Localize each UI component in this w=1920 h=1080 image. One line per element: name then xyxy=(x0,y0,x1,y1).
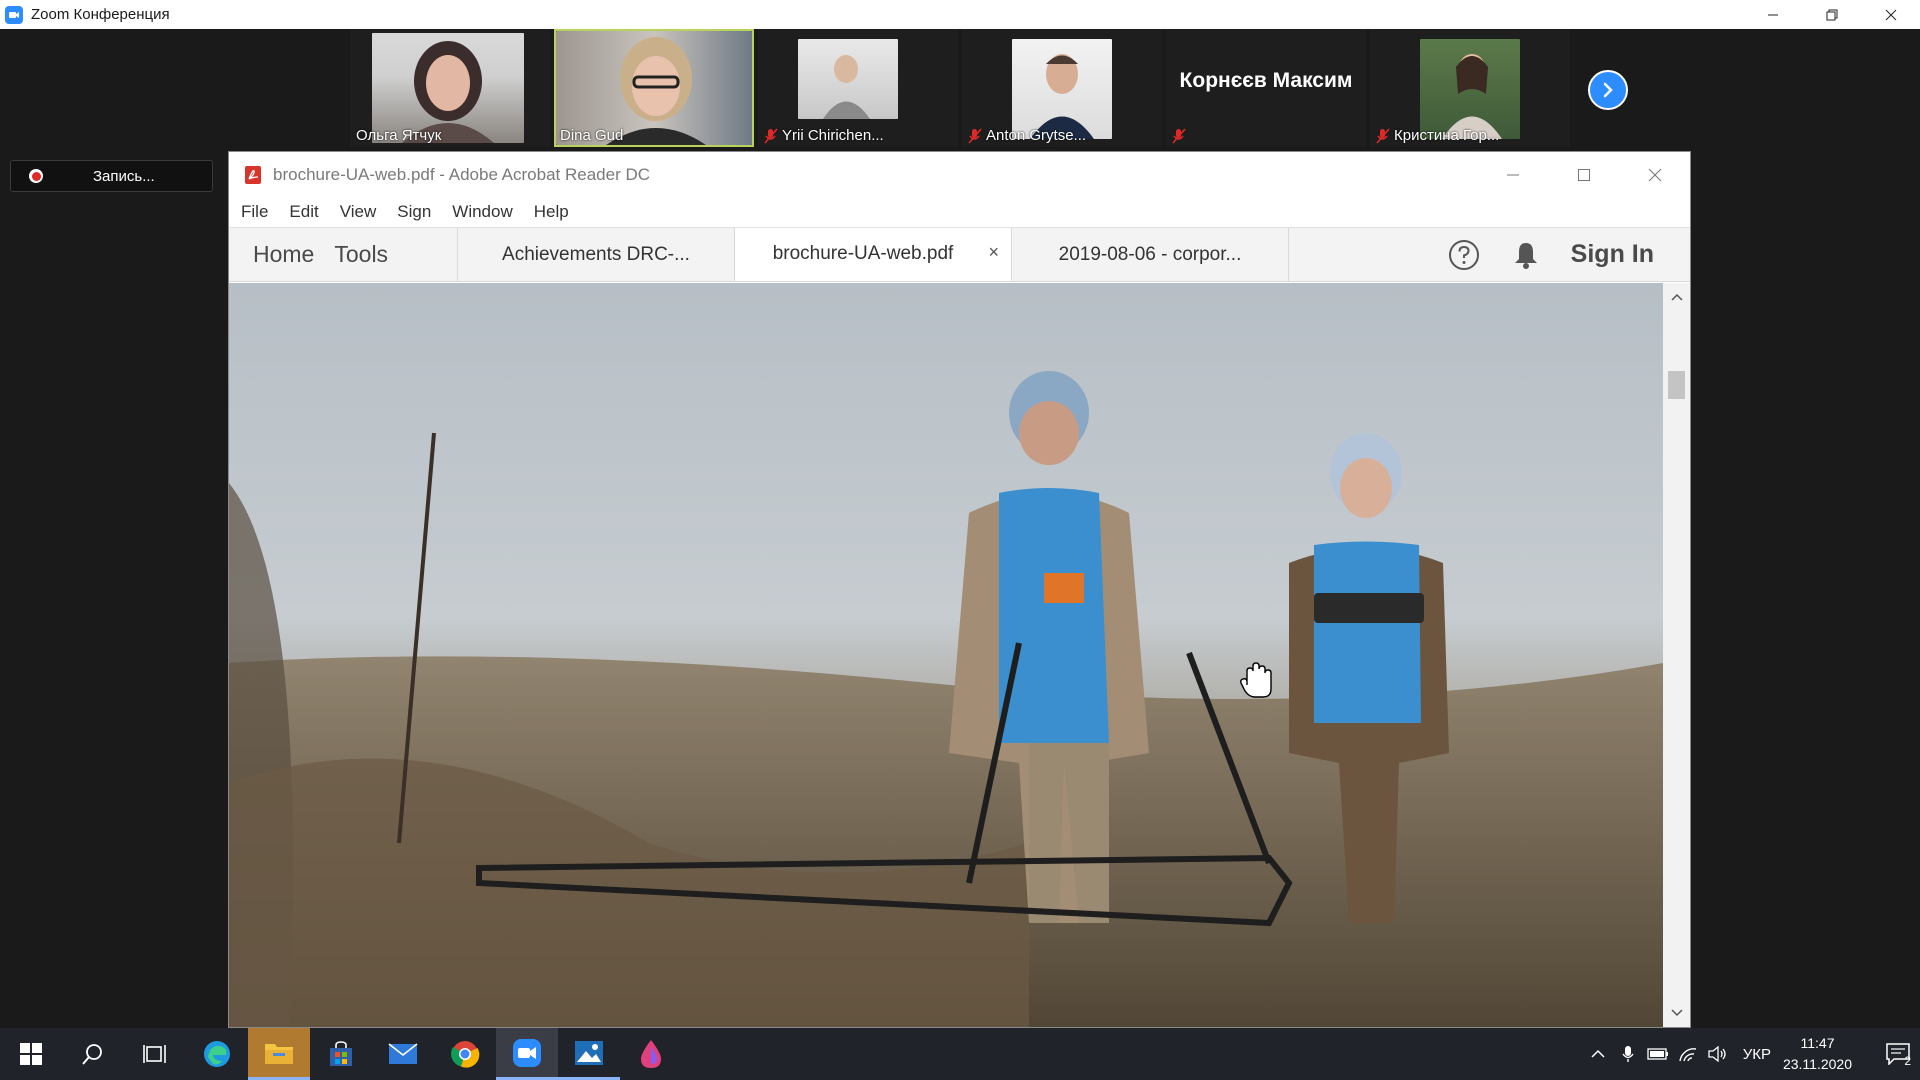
participant-video xyxy=(1012,39,1112,139)
zoom-titlebar: Zoom Конференция xyxy=(0,0,1920,29)
chrome-icon[interactable] xyxy=(434,1028,496,1080)
participant-tile-no-video[interactable]: Корнєєв Максим xyxy=(1166,29,1366,147)
scroll-up-icon[interactable] xyxy=(1663,287,1690,307)
acrobat-window: brochure-UA-web.pdf - Adobe Acrobat Read… xyxy=(228,151,1691,1028)
recording-label: Запись... xyxy=(93,167,155,185)
microphone-icon[interactable] xyxy=(1613,1028,1643,1080)
tab-corporate[interactable]: 2019-08-06 - corpor... xyxy=(1012,228,1289,281)
system-clock[interactable]: 11:47 23.11.2020 xyxy=(1783,1033,1852,1075)
menu-window[interactable]: Window xyxy=(452,202,512,222)
photos-icon[interactable] xyxy=(558,1028,620,1080)
scroll-down-icon[interactable] xyxy=(1663,1003,1690,1023)
document-view[interactable] xyxy=(229,283,1690,1027)
participant-name: Yrii Chirichen... xyxy=(782,127,884,144)
participant-display-name: Корнєєв Максим xyxy=(1179,69,1353,92)
acrobat-menubar: File Edit View Sign Window Help xyxy=(229,197,1690,227)
acrobat-window-controls xyxy=(1477,152,1690,197)
muted-mic-icon xyxy=(1376,127,1390,144)
zoom-close-button[interactable] xyxy=(1861,0,1920,29)
next-page-arrow-icon[interactable] xyxy=(1588,70,1628,110)
zoom-window-title: Zoom Конференция xyxy=(31,6,170,23)
participant-tile[interactable]: Кристина Гор... xyxy=(1370,29,1570,147)
sign-in-button[interactable]: Sign In xyxy=(1571,240,1654,269)
input-language[interactable]: УКР xyxy=(1743,1046,1771,1063)
participant-video xyxy=(798,39,898,119)
action-center-icon[interactable]: 2 xyxy=(1876,1028,1920,1080)
zoom-minimize-button[interactable] xyxy=(1743,0,1802,29)
task-view-icon[interactable] xyxy=(124,1028,186,1080)
tab-label: brochure-UA-web.pdf xyxy=(772,243,954,264)
muted-mic-icon xyxy=(968,127,982,144)
participant-name: Dina Gud xyxy=(560,127,624,144)
tab-label: 2019-08-06 - corpor... xyxy=(1058,243,1242,265)
windows-start-icon[interactable] xyxy=(0,1028,62,1080)
muted-mic-icon xyxy=(1172,128,1186,144)
acrobat-nav: Home Tools xyxy=(229,228,458,281)
acrobat-tabbar: Home Tools Achievements DRC-... brochure… xyxy=(229,227,1690,282)
acrobat-titlebar: brochure-UA-web.pdf - Adobe Acrobat Read… xyxy=(229,152,1690,197)
record-icon xyxy=(29,169,43,183)
nav-home[interactable]: Home xyxy=(253,241,314,268)
notification-bell-icon[interactable] xyxy=(1509,238,1543,272)
tab-label: Achievements DRC-... xyxy=(502,243,690,265)
file-explorer-icon[interactable] xyxy=(248,1028,310,1080)
notification-count: 2 xyxy=(1904,1054,1911,1068)
windows-taskbar: УКР 11:47 23.11.2020 2 xyxy=(0,1028,1920,1080)
tab-brochure[interactable]: brochure-UA-web.pdf × xyxy=(735,228,1012,281)
battery-icon[interactable] xyxy=(1643,1028,1673,1080)
menu-help[interactable]: Help xyxy=(534,202,569,222)
acrobat-close-button[interactable] xyxy=(1619,152,1690,197)
muted-mic-icon xyxy=(764,127,778,144)
acrobat-window-title: brochure-UA-web.pdf - Adobe Acrobat Read… xyxy=(273,164,651,184)
zoom-logo-icon xyxy=(5,5,23,24)
clock-time: 11:47 xyxy=(1800,1035,1835,1051)
clock-date: 23.11.2020 xyxy=(1782,1056,1852,1072)
menu-sign[interactable]: Sign xyxy=(397,202,431,222)
paint-3d-icon[interactable] xyxy=(620,1028,682,1080)
participant-strip: Ольга Ятчук Dina Gud Yrii Chirichen... A… xyxy=(350,29,1570,149)
zoom-window-controls xyxy=(1743,0,1920,29)
edge-icon[interactable] xyxy=(186,1028,248,1080)
menu-view[interactable]: View xyxy=(340,202,377,222)
acrobat-logo-icon xyxy=(245,165,261,184)
volume-icon[interactable] xyxy=(1703,1028,1733,1080)
document-page-photo xyxy=(229,283,1663,1027)
participant-tile[interactable]: Ольга Ятчук xyxy=(350,29,550,147)
acrobat-toolbar-right: Sign In xyxy=(1447,228,1690,281)
zoom-restore-button[interactable] xyxy=(1802,0,1861,29)
participant-tile-active-speaker[interactable]: Dina Gud xyxy=(554,29,754,147)
recording-indicator[interactable]: Запись... xyxy=(10,160,213,192)
participant-tile[interactable]: Anton Grytse... xyxy=(962,29,1162,147)
system-tray: УКР 11:47 23.11.2020 2 xyxy=(1583,1028,1920,1080)
help-icon[interactable] xyxy=(1447,238,1481,272)
store-icon[interactable] xyxy=(310,1028,372,1080)
mail-icon[interactable] xyxy=(372,1028,434,1080)
participant-name: Anton Grytse... xyxy=(986,127,1087,144)
tab-achievements[interactable]: Achievements DRC-... xyxy=(458,228,735,281)
menu-file[interactable]: File xyxy=(241,202,268,222)
acrobat-maximize-button[interactable] xyxy=(1548,152,1619,197)
vertical-scrollbar[interactable] xyxy=(1663,283,1690,1027)
participant-tile[interactable]: Yrii Chirichen... xyxy=(758,29,958,147)
search-icon[interactable] xyxy=(62,1028,124,1080)
nav-tools[interactable]: Tools xyxy=(334,241,388,268)
menu-edit[interactable]: Edit xyxy=(289,202,318,222)
wifi-icon[interactable] xyxy=(1673,1028,1703,1080)
zoom-taskbar-icon[interactable] xyxy=(496,1028,558,1080)
acrobat-minimize-button[interactable] xyxy=(1477,152,1548,197)
participant-video xyxy=(1420,39,1520,139)
scroll-thumb[interactable] xyxy=(1668,371,1685,399)
show-hidden-icons-chevron-icon[interactable] xyxy=(1583,1028,1613,1080)
tab-close-icon[interactable]: × xyxy=(988,242,999,263)
participant-name: Кристина Гор... xyxy=(1394,127,1500,144)
participant-name: Ольга Ятчук xyxy=(356,127,442,144)
